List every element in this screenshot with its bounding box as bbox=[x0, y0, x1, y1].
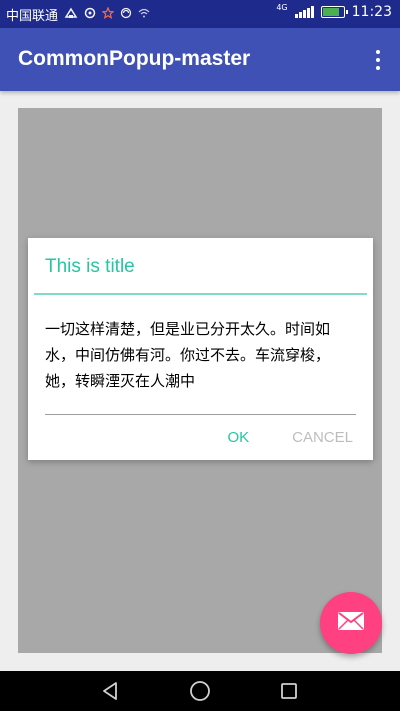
wifi-icon bbox=[138, 7, 150, 22]
usb-icon bbox=[64, 7, 78, 22]
alarm-icon bbox=[84, 7, 96, 22]
star-icon bbox=[101, 6, 115, 22]
app-title: CommonPopup-master bbox=[18, 47, 251, 70]
back-icon[interactable] bbox=[99, 679, 123, 703]
network-type: 4G bbox=[276, 3, 288, 12]
sync-icon bbox=[120, 7, 132, 22]
app-bar: CommonPopup-master bbox=[0, 28, 400, 91]
email-fab-button[interactable] bbox=[320, 592, 382, 654]
signal-icon bbox=[294, 6, 314, 18]
battery-fill bbox=[322, 8, 339, 16]
navigation-bar bbox=[0, 671, 400, 711]
carrier-name: 中国联通 bbox=[6, 9, 59, 24]
dialog-actions: OK CANCEL bbox=[227, 429, 353, 446]
battery-icon bbox=[320, 6, 348, 18]
status-right: 4G 11:23 bbox=[276, 3, 392, 21]
clock: 11:23 bbox=[351, 4, 392, 20]
recents-icon[interactable] bbox=[277, 679, 301, 703]
dialog-message: 一切这样清楚，但是业已分开太久。时间如水，中间仿佛有河。你过不去。车流穿梭，她，… bbox=[45, 320, 331, 390]
status-bar: 中国联通 4G 11:23 bbox=[0, 0, 400, 28]
ok-button[interactable]: OK bbox=[227, 429, 249, 446]
cancel-button[interactable]: CANCEL bbox=[292, 429, 353, 446]
dialog-title: This is title bbox=[45, 256, 135, 277]
email-icon bbox=[337, 611, 365, 635]
overflow-menu-icon[interactable] bbox=[370, 48, 386, 72]
popup-dialog: This is title 一切这样清楚，但是业已分开太久。时间如水，中间仿佛有… bbox=[28, 238, 373, 460]
home-icon[interactable] bbox=[188, 679, 212, 703]
title-divider bbox=[34, 293, 367, 295]
status-left: 中国联通 bbox=[6, 5, 150, 24]
bottom-divider bbox=[45, 414, 356, 415]
